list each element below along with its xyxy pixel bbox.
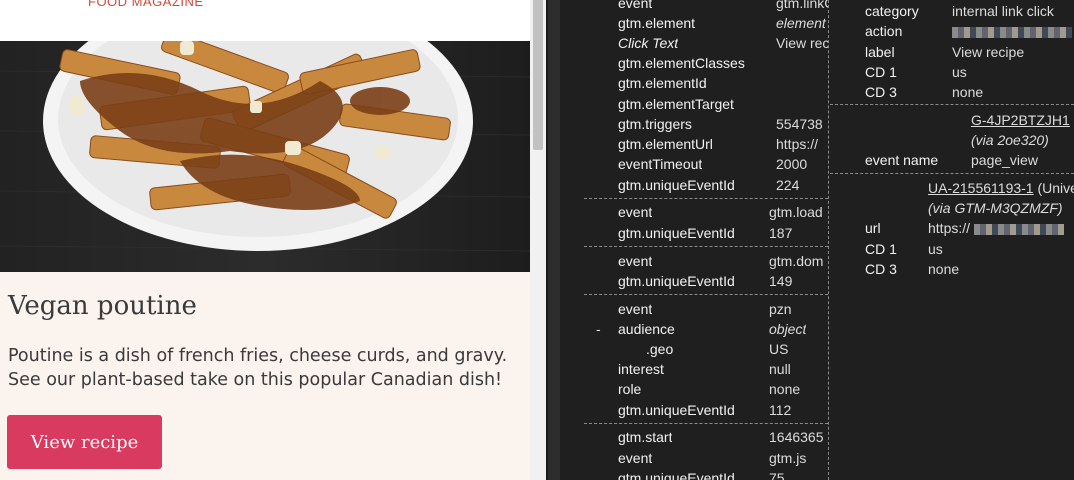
hit-key: label: [865, 44, 895, 60]
via-container: (via GTM-M3QZMZF): [928, 200, 1063, 216]
dl-key: gtm.elementTarget: [618, 96, 734, 112]
dl-key: eventTimeout: [618, 156, 703, 172]
dl-value: 187: [769, 225, 793, 241]
recipe-hero-image: [0, 41, 530, 272]
collapse-toggle[interactable]: -: [596, 321, 601, 337]
event-separator: [584, 246, 828, 247]
event-separator: [584, 423, 828, 424]
dl-value: gtm.linkClick: [776, 0, 828, 11]
view-recipe-button[interactable]: View recipe: [7, 415, 162, 469]
redacted-value: [973, 223, 1064, 235]
dl-key: gtm.uniqueEventId: [618, 177, 735, 193]
hit-key: CD 1: [865, 241, 897, 257]
dl-key: gtm.elementUrl: [618, 136, 713, 152]
dl-key: event: [618, 204, 653, 220]
dl-value: View recipe: [776, 35, 828, 51]
hit-separator: [830, 104, 1074, 105]
datalayer-events-column: event gtm.linkClick gtm.element element …: [584, 0, 829, 480]
devtools-panel: event gtm.linkClick gtm.element element …: [560, 0, 1074, 480]
dl-value: US: [769, 341, 789, 357]
dl-value: 149: [769, 273, 793, 289]
property-type: (Unive: [1037, 180, 1074, 196]
hit-value: none: [928, 261, 960, 277]
website-viewport: FOOD MAGAZINE Vegan poutine Poutine is a…: [0, 0, 546, 480]
hit-value: us: [952, 64, 967, 80]
ua-property-link[interactable]: UA-215561193-1: [928, 180, 1034, 196]
dl-key: gtm.elementClasses: [618, 55, 745, 71]
event-separator: [584, 294, 828, 295]
hit-value: us: [928, 241, 943, 257]
dl-value: gtm.load: [769, 204, 823, 220]
dl-key: gtm.element: [618, 15, 696, 31]
dl-value: 224: [776, 177, 800, 193]
hit-key: category: [865, 3, 919, 19]
dl-key: gtm.start: [618, 429, 673, 445]
hit-key: CD 3: [865, 261, 897, 277]
dl-value: 1646365: [769, 429, 824, 445]
hit-value: page_view: [971, 152, 1038, 168]
dl-key: gtm.triggers: [618, 116, 692, 132]
dl-key: gtm.uniqueEventId: [618, 470, 735, 480]
dl-value: 112: [769, 402, 792, 418]
event-separator: [584, 198, 828, 199]
dl-key: Click Text: [618, 35, 679, 51]
scrollbar-thumb[interactable]: [533, 0, 543, 150]
hit-value: View recipe: [952, 44, 1025, 60]
recipe-title: Vegan poutine: [8, 291, 197, 321]
site-header: FOOD MAGAZINE: [0, 0, 530, 41]
dl-value[interactable]: element: [776, 15, 826, 31]
via-container: (via 2oe320): [971, 132, 1049, 148]
hit-separator: [830, 173, 1074, 174]
ga4-property-link[interactable]: G-4JP2BTZJH1: [971, 112, 1070, 128]
dl-key: .geo: [646, 341, 674, 357]
dl-value: 75: [769, 470, 785, 480]
dl-key: gtm.uniqueEventId: [618, 273, 735, 289]
dl-value: none: [769, 381, 801, 397]
dl-key: event: [618, 301, 653, 317]
dl-key: interest: [618, 361, 664, 377]
dl-key: event: [618, 253, 653, 269]
analytics-hits-column: category internal link click action labe…: [830, 0, 1074, 480]
dl-value: https://: [776, 136, 819, 152]
poutine-photo: [0, 41, 530, 272]
dl-value: gtm.dom: [769, 253, 824, 269]
brand-logo[interactable]: FOOD MAGAZINE: [88, 0, 204, 9]
hit-key: CD 3: [865, 84, 897, 100]
hit-value: internal link click: [952, 3, 1054, 19]
dl-value: 554738: [776, 116, 823, 132]
hit-value: none: [952, 84, 984, 100]
dl-key: audience: [618, 321, 675, 337]
dl-value: gtm.js: [769, 450, 807, 466]
hit-key: url: [865, 220, 881, 236]
hit-key: CD 1: [865, 64, 897, 80]
dl-value[interactable]: object: [769, 321, 806, 337]
pane-divider[interactable]: [546, 0, 560, 480]
redacted-value: [952, 26, 1072, 38]
dl-value: null: [769, 361, 791, 377]
dl-value: pzn: [769, 301, 792, 317]
dl-value: 2000: [776, 156, 808, 172]
dl-key: gtm.uniqueEventId: [618, 225, 735, 241]
dl-key: gtm.elementId: [618, 75, 707, 91]
recipe-description: Poutine is a dish of french fries, chees…: [8, 346, 508, 390]
hit-key: event name: [865, 152, 939, 168]
recipe-card: Vegan poutine Poutine is a dish of frenc…: [0, 272, 530, 480]
dl-key: gtm.uniqueEventId: [618, 402, 735, 418]
hit-key: action: [865, 23, 903, 39]
dl-key: role: [618, 381, 642, 397]
dl-key: event: [618, 450, 653, 466]
dl-key: event: [618, 0, 653, 11]
hit-value: https://: [928, 220, 971, 236]
